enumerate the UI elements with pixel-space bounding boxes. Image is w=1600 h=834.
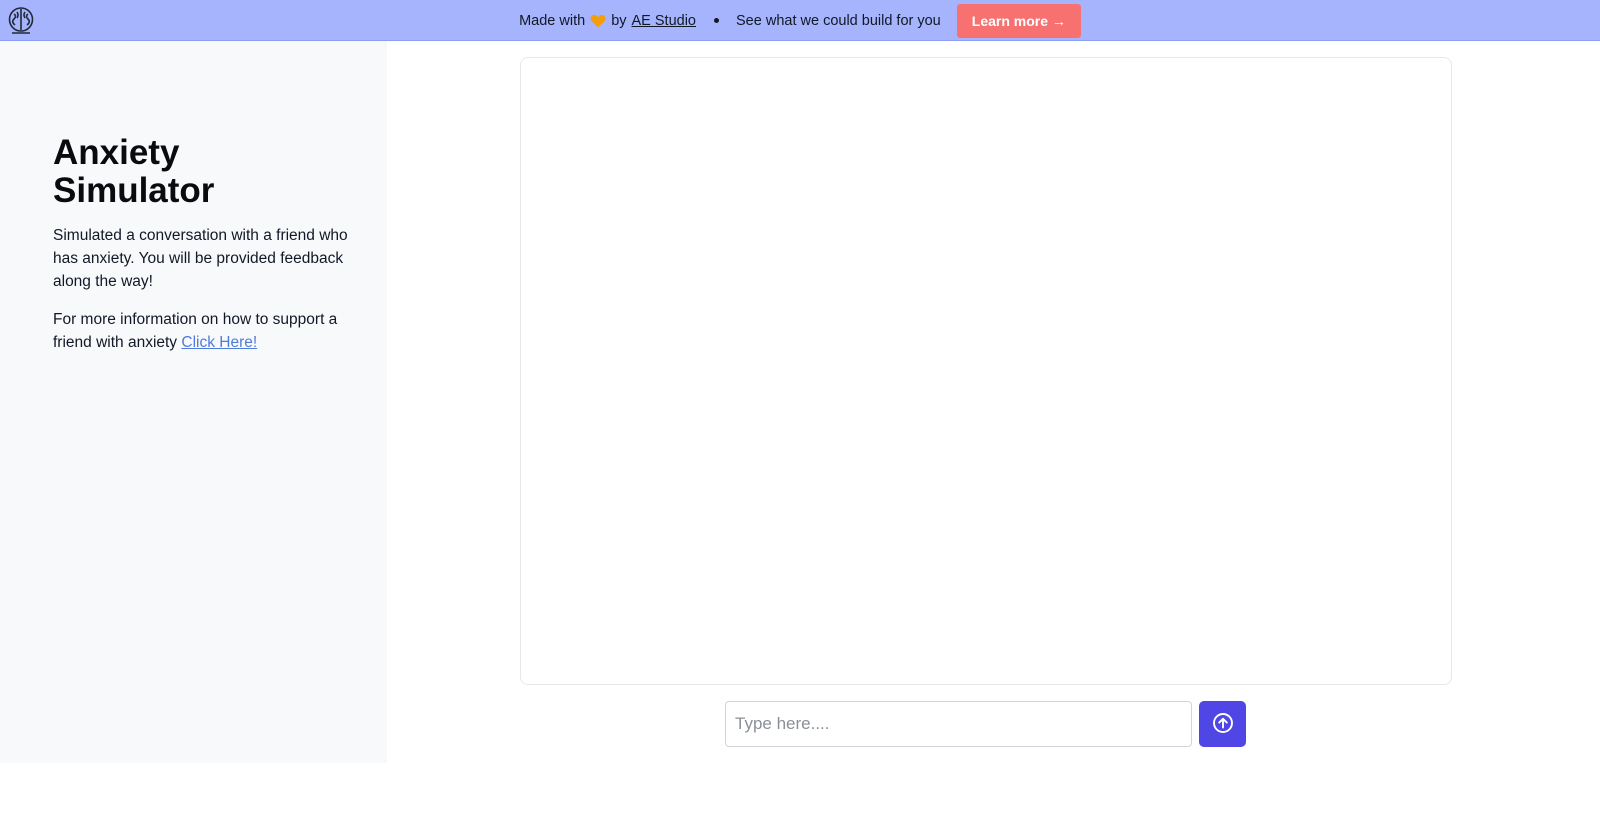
learn-more-button[interactable]: Learn more → xyxy=(956,3,1081,38)
sidebar-description: Simulated a conversation with a friend w… xyxy=(53,227,348,290)
separator-dot xyxy=(714,18,720,23)
banner-tagline: See what we could build for you xyxy=(736,12,941,29)
made-with-prefix: Made with xyxy=(519,12,586,29)
orange-heart-icon xyxy=(590,14,606,28)
ae-studio-link[interactable]: AE Studio xyxy=(632,13,697,29)
sidebar-info: For more information on how to support a… xyxy=(53,308,348,354)
made-with-text: Made with by AE Studio xyxy=(519,13,696,29)
page-title: Anxiety Simulator xyxy=(53,133,215,210)
click-here-link[interactable]: Click Here! xyxy=(181,334,257,351)
arrow-up-circle-icon xyxy=(1212,712,1234,737)
chat-messages-panel[interactable] xyxy=(520,57,1452,685)
sidebar: Anxiety Simulator Simulated a conversati… xyxy=(0,41,387,763)
send-button[interactable] xyxy=(1199,701,1246,747)
by-text: by xyxy=(611,12,627,29)
top-banner: Made with by AE Studio See what we could… xyxy=(0,0,1600,41)
banner-message: Made with by AE Studio See what we could… xyxy=(0,0,1600,41)
message-input[interactable] xyxy=(725,701,1192,747)
